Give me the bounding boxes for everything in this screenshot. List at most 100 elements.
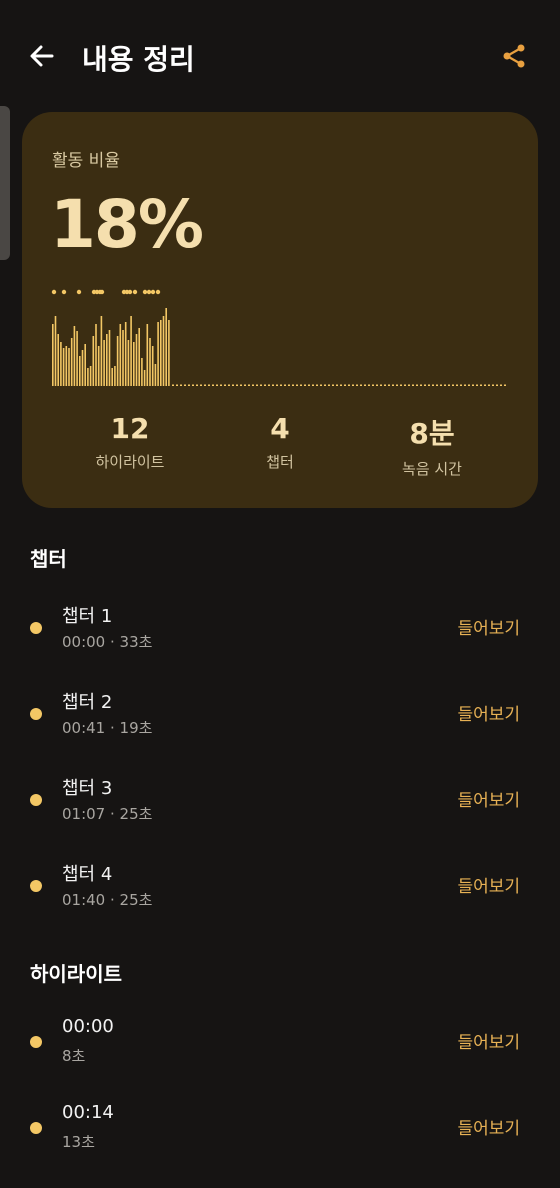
waveform-bar [103,340,105,386]
waveform-silence-dot [172,384,174,386]
waveform-silence-dot [316,384,318,386]
waveform-silence-dot [392,384,394,386]
chapter-time: 00:41 · 19초 [62,719,153,737]
highlight-row[interactable]: 00:14 13초 들어보기 [0,1096,560,1176]
chapter-time: 00:00 · 33초 [62,633,153,651]
highlight-marker [76,289,82,295]
listen-button[interactable]: 들어보기 [457,1028,520,1053]
waveform-silence-dot [476,384,478,386]
activity-ratio-value: 18% [50,186,204,263]
waveform-bar [130,316,132,386]
waveform-bar [133,342,135,386]
bullet-dot [30,880,42,892]
waveform-silence-dot [396,384,398,386]
waveform-silence-dot [360,384,362,386]
bullet-dot [30,708,42,720]
waveform-silence-dot [464,384,466,386]
chapter-time: 01:07 · 25초 [62,805,153,823]
waveform-bar [154,364,157,386]
chapter-row[interactable]: 챕터 4 01:40 · 25초 들어보기 [0,854,560,934]
waveform-silence-dot [468,384,470,386]
waveform-silence-dot [420,384,422,386]
waveform-silence-dot [248,384,250,386]
listen-button[interactable]: 들어보기 [457,786,520,811]
waveform-bar [143,370,146,386]
highlight-duration: 13초 [62,1133,95,1151]
waveform-bar [160,320,162,386]
chapter-title: 챕터 2 [62,692,113,713]
waveform-bar [111,368,113,386]
share-icon[interactable] [500,42,528,70]
chapter-row[interactable]: 챕터 3 01:07 · 25초 들어보기 [0,768,560,848]
waveform-bar [76,331,78,386]
waveform-silence-dot [180,384,182,386]
waveform-bar [119,324,122,386]
waveform-bar [89,366,92,386]
waveform-bar [65,346,68,386]
waveform-silence-dot [496,384,498,386]
waveform-silence-dot [504,384,506,386]
waveform-silence-dot [400,384,402,386]
waveform-silence-dot [292,384,294,386]
waveform-bar [114,366,116,386]
waveform-silence-dot [488,384,490,386]
waveform-silence-dot [244,384,246,386]
waveform-bar [127,340,130,386]
waveform-silence-dot [364,384,366,386]
chapters-section-title: 챕터 [30,547,67,571]
waveform-bar [116,336,119,386]
highlight-marker [132,289,138,295]
summary-card: 활동 비율 18% 12 하이라이트 4 챕터 8분 녹음 시간 [22,112,538,508]
listen-button[interactable]: 들어보기 [457,614,520,639]
waveform-bar [79,356,81,386]
waveform-silence-dot [472,384,474,386]
waveform-silence-dot [408,384,410,386]
waveform-bar [124,322,127,386]
waveform-bar [122,330,124,386]
waveform-bar [135,334,138,386]
waveform-silence-dot [428,384,430,386]
waveform-silence-dot [484,384,486,386]
waveform-bar [60,342,62,386]
waveform-bar [73,326,76,386]
waveform-bar [168,320,170,386]
highlight-row[interactable]: 00:00 8초 들어보기 [0,1010,560,1090]
waveform-silence-dot [228,384,230,386]
listen-button[interactable]: 들어보기 [457,872,520,897]
waveform-silence-dot [312,384,314,386]
waveform-silence-dot [212,384,214,386]
waveform-silence-dot [320,384,322,386]
edge-panel-handle[interactable] [0,106,10,260]
chapter-title: 챕터 1 [62,606,113,627]
chapter-row[interactable]: 챕터 1 00:00 · 33초 들어보기 [0,596,560,676]
waveform-bar [52,324,54,386]
waveform-silence-dot [328,384,330,386]
waveform-silence-dot [384,384,386,386]
waveform-silence-dot [288,384,290,386]
waveform-silence-dot [220,384,222,386]
listen-button[interactable]: 들어보기 [457,1114,520,1139]
highlight-time: 00:14 [62,1102,114,1123]
waveform-bar [81,350,84,386]
waveform-bar [57,334,59,386]
waveform-bar [97,346,100,386]
waveform-silence-dot [356,384,358,386]
waveform-silence-dot [272,384,274,386]
waveform-silence-dot [256,384,258,386]
bullet-dot [30,622,42,634]
waveform-silence-dot [192,384,194,386]
back-arrow-icon[interactable] [26,40,58,72]
page-title: 내용 정리 [82,43,195,76]
listen-button[interactable]: 들어보기 [457,700,520,725]
chapter-row[interactable]: 챕터 2 00:41 · 19초 들어보기 [0,682,560,762]
waveform-silence-dot [268,384,270,386]
waveform-silence-dot [388,384,390,386]
waveform-silence-dot [300,384,302,386]
waveform-bar [100,316,103,386]
bullet-dot [30,1122,42,1134]
waveform-silence-dot [436,384,438,386]
waveform-silence-dot [344,384,346,386]
waveform-silence-dot [368,384,370,386]
waveform-silence-dot [332,384,334,386]
waveform-silence-dot [284,384,286,386]
